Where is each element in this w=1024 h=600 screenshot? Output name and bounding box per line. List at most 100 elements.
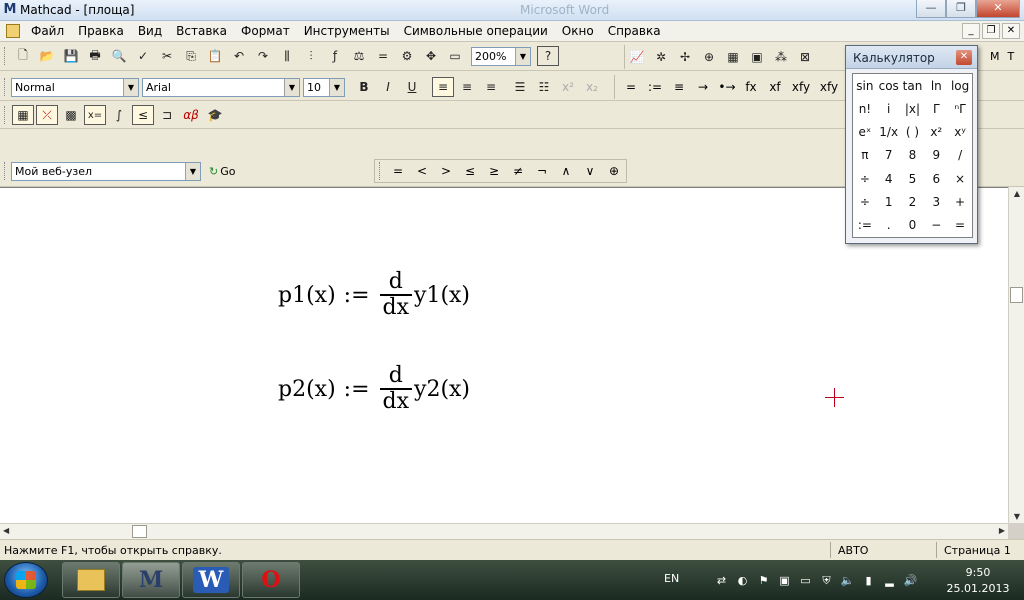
symbolic-eval-op[interactable]: → [691,80,715,94]
taskbar-word-button[interactable]: W [182,562,240,598]
document-icon[interactable] [6,24,20,38]
align-right-icon[interactable]: ≡ [480,77,502,97]
taskbar-mathcad-button[interactable]: M [122,562,180,598]
vertical-scroll-thumb[interactable] [1010,287,1023,303]
help-button[interactable]: ? [537,46,559,66]
vertical-scrollbar[interactable]: ▲ ▼ [1008,187,1024,523]
bool-greater-equal-op[interactable]: ≥ [482,164,506,178]
clock-time[interactable]: 9:50 [938,566,1018,579]
evaluate-op[interactable]: = [619,80,643,94]
scroll-left-icon[interactable]: ◀ [3,526,9,535]
calc-key[interactable]: 2 [901,190,925,213]
calc-key[interactable]: / [948,144,972,167]
taskbar-opera-button[interactable]: O [242,562,300,598]
calc-key[interactable]: = [948,214,972,237]
doc-close-button[interactable]: ✕ [1002,23,1020,39]
symbolic-icon[interactable]: ⊠ [794,47,816,67]
calc-key[interactable]: := [853,214,877,237]
bool-less-equal-op[interactable]: ≤ [458,164,482,178]
calculator-toolbar-icon[interactable]: ▦ [12,105,34,125]
calc-key[interactable]: 1/x [877,121,901,144]
spell-check-icon[interactable]: ✓ [132,46,154,66]
bool-or-op[interactable]: ∨ [578,164,602,178]
graph-icon[interactable]: 📈 [626,47,648,67]
infix-op[interactable]: xfy [787,80,815,94]
numbering-icon[interactable]: ☷ [533,77,555,97]
doc-restore-button[interactable]: ❐ [982,23,1000,39]
menu-view[interactable]: Вид [131,24,169,38]
scroll-right-icon[interactable]: ▶ [999,526,1005,535]
align-center-icon[interactable]: ≡ [456,77,478,97]
maximize-button[interactable]: ❐ [946,0,976,18]
paste-icon[interactable]: 📋 [204,46,226,66]
print-preview-icon[interactable]: 🔍 [108,46,130,66]
calculator-title-bar[interactable]: Калькулятор ✕ [846,46,977,69]
calc-key[interactable]: 9 [924,144,948,167]
align-down-icon[interactable]: ⫶ [300,46,322,66]
clock-date[interactable]: 25.01.2013 [938,582,1018,595]
copy-icon[interactable]: ⎘ [180,46,202,66]
calc-key[interactable]: i [877,97,901,120]
bool-xor-op[interactable]: ⊕ [602,164,626,178]
insert-component-icon[interactable]: ⚙ [396,46,418,66]
calc-key[interactable]: . [877,214,901,237]
monitor-tray-icon[interactable]: ▭ [798,573,813,588]
calc-key[interactable]: − [924,214,948,237]
web-site-select[interactable]: Мой веб-узел ▼ [11,161,201,181]
status-calc-mode[interactable]: АВТО [838,544,868,557]
font-size-select[interactable]: 10 ▼ [303,77,345,97]
insert-region-icon[interactable]: ▭ [444,46,466,66]
define-op[interactable]: := [643,80,667,94]
bold-button[interactable]: B [353,77,375,97]
calc-key[interactable]: eˣ [853,121,877,144]
scroll-down-icon[interactable]: ▼ [1009,512,1024,521]
menu-edit[interactable]: Правка [71,24,131,38]
bullets-icon[interactable]: ☰ [509,77,531,97]
minimize-button[interactable]: — [916,0,946,18]
symbolic-toolbar-icon[interactable]: 🎓 [204,105,226,125]
calc-key[interactable]: 4 [877,167,901,190]
greek-icon[interactable]: ⁂ [770,47,792,67]
menu-format[interactable]: Формат [234,24,297,38]
print-icon[interactable]: 🖶 [84,46,106,66]
treefix-op[interactable]: xfy [815,80,843,94]
new-document-icon[interactable]: 🗋 [12,46,34,66]
menu-file[interactable]: Файл [24,24,71,38]
graph-toolbar-icon[interactable]: ⤫ [36,105,58,125]
calc-key[interactable]: π [853,144,877,167]
language-indicator[interactable]: EN [664,572,679,585]
calculus-toolbar-icon[interactable]: ∫ [108,105,130,125]
superscript-icon[interactable]: x² [557,77,579,97]
flag-tray-icon[interactable]: ⚑ [756,573,771,588]
subscript-icon[interactable]: x₂ [581,77,603,97]
calc-key[interactable]: x² [924,121,948,144]
calc-key[interactable]: ( ) [901,121,925,144]
font-select[interactable]: Arial ▼ [142,77,300,97]
insert-function-icon[interactable]: ƒ [324,46,346,66]
menu-window[interactable]: Окно [555,24,601,38]
calc-key[interactable]: |x| [901,97,925,120]
cut-icon[interactable]: ✂ [156,46,178,66]
resource-center-icon[interactable]: ✥ [420,46,442,66]
calc-key[interactable]: 5 [901,167,925,190]
boolean-toolbar-icon[interactable]: ≤ [132,105,154,125]
undo-icon[interactable]: ↶ [228,46,250,66]
go-button[interactable]: ↻ Go [209,165,235,178]
signal-tray-icon[interactable]: ▂ [882,573,897,588]
underline-button[interactable]: U [401,77,423,97]
calc-key[interactable]: Γ [924,97,948,120]
display-tray-icon[interactable]: ▣ [777,573,792,588]
redo-icon[interactable]: ↷ [252,46,274,66]
calc-key[interactable]: + [948,190,972,213]
volume-tray-icon[interactable]: 🔈 [840,573,855,588]
calc-key[interactable]: cos [877,74,901,97]
insert-unit-icon[interactable]: ⚖ [348,46,370,66]
zoom-select[interactable]: 200% ▼ [471,46,531,66]
calculate-icon[interactable]: = [372,46,394,66]
transpose-m-label[interactable]: M [990,50,1000,63]
bool-less-op[interactable]: < [410,164,434,178]
prefix-op[interactable]: fx [739,80,763,94]
calc-key[interactable]: × [948,167,972,190]
keyword-eval-op[interactable]: •→ [715,80,739,94]
evaluation-icon[interactable]: ✢ [674,47,696,67]
